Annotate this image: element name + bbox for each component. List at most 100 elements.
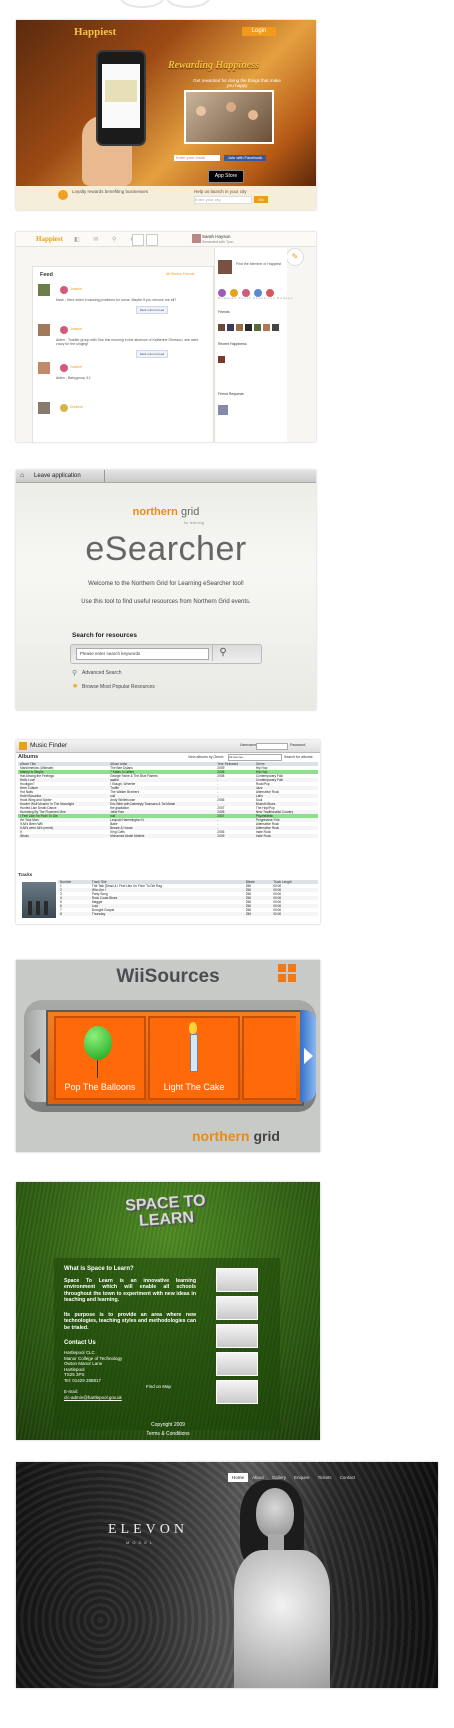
feed-item-name[interactable]: Donkins xyxy=(70,405,83,409)
login-button[interactable]: Login xyxy=(242,27,276,36)
app-store-badge[interactable]: App Store xyxy=(208,170,244,183)
phone-mockup xyxy=(96,50,146,146)
search-input[interactable]: Please enter search keywords xyxy=(76,648,209,660)
friends-avatars[interactable] xyxy=(218,318,281,336)
gallery-thumbnail[interactable] xyxy=(216,1324,258,1348)
genre-label: View albums by Genre: xyxy=(188,755,225,759)
avatar[interactable] xyxy=(192,234,201,243)
feed-item-button[interactable]: Mark current head xyxy=(136,350,168,358)
footer-left-text: Loyalty rewards benefiting businesses xyxy=(72,189,149,194)
happiest-logo[interactable]: Happiest xyxy=(36,235,63,243)
balloon-icon xyxy=(84,1026,112,1060)
elevon-screenshot: Home About Gallery Enquire Tickets Contact EL… xyxy=(16,1462,438,1688)
table-row[interactable]: Illinois Mohamed Abdel Mottels 2009 Indie R… xyxy=(18,834,318,838)
elevon-logo-subtitle: MODEL xyxy=(126,1540,156,1545)
card-partial[interactable] xyxy=(242,1016,296,1100)
email-link[interactable]: clc-admin@hartlepool.gov.uk xyxy=(64,1395,122,1400)
card-pop-the-balloons[interactable]: Pop The Balloons xyxy=(54,1016,146,1100)
album-cover xyxy=(22,882,56,918)
recent-avatars[interactable] xyxy=(218,350,227,368)
nav-contact[interactable]: Contact xyxy=(336,1473,360,1482)
feed-item: Joachel Mark - Here when it causing prob… xyxy=(38,284,208,314)
contact-heading: Contact Us xyxy=(64,1340,96,1346)
feed-item-text: Mark - Here when it causing problems for… xyxy=(56,298,177,302)
city-input[interactable]: Enter your city xyxy=(194,196,252,204)
feed-item-name[interactable]: Joachel xyxy=(70,327,82,331)
leave-application-link[interactable]: Leave application xyxy=(34,471,81,481)
stats-labels: Rewards Posts Check-ins Badges xyxy=(218,296,294,300)
feed-item: Joachel Aiden - Babygroup 3:1 xyxy=(38,362,208,392)
tracks-table: Number Track Title Bitrate Track Length 1 The… xyxy=(58,880,318,916)
next-arrow[interactable] xyxy=(300,1010,316,1102)
username-input[interactable] xyxy=(256,743,288,750)
search-albums-label: Search for albums: xyxy=(284,755,314,759)
gallery-thumbnail[interactable] xyxy=(216,1352,258,1376)
popular-resources-link[interactable]: Browse Most Popular Resources xyxy=(82,684,155,690)
password-label: Password xyxy=(290,743,306,747)
home-icon[interactable]: ⌂ xyxy=(20,471,28,480)
home-icon[interactable] xyxy=(132,234,144,246)
footer-right-text: Help us launch in your city xyxy=(194,189,247,194)
search-icon[interactable]: ⚲ xyxy=(212,645,233,661)
tagline: Rewarding Happiness xyxy=(168,60,259,71)
facebook-join-button[interactable]: Join with Facebook xyxy=(224,155,266,161)
northern-grid-logo: northern grid xyxy=(192,1128,280,1144)
feed-title: Feed xyxy=(40,272,53,278)
flame-icon xyxy=(189,1022,197,1034)
subtitle: Get rewarded for doing the things that m… xyxy=(193,78,281,88)
user-name[interactable]: Sarah Hayson xyxy=(202,234,231,239)
avatar[interactable] xyxy=(218,260,232,274)
go-button[interactable]: Go xyxy=(254,196,268,203)
sidebar-intro: Find the Member of Happiest xyxy=(236,262,282,266)
description-text: Use this tool to find useful resources f… xyxy=(81,599,251,605)
card-light-the-cake[interactable]: Light The Cake xyxy=(148,1016,240,1100)
happiest-feed-screenshot: Happiest ◧ ✉ ⚲ ⚙ Sarah Hayson Rewarded w… xyxy=(16,232,316,442)
top-nav: Home About Gallery Enquire Tickets Contact xyxy=(228,1466,359,1482)
purpose-paragraph: Its purpose is to provide an area where … xyxy=(64,1312,196,1331)
table-cell: Illinois xyxy=(18,834,109,838)
recent-happiness-title: Recent Happiness xyxy=(218,342,247,346)
feed-item-name[interactable]: Joachel xyxy=(70,287,82,291)
table-cell: Indie Rock xyxy=(253,834,318,838)
about-heading: What is Space to Learn? xyxy=(64,1266,134,1272)
avatar[interactable] xyxy=(38,284,50,296)
table-row[interactable]: 8 Thursday 256 00:00 xyxy=(58,912,318,916)
divider xyxy=(104,470,105,482)
gallery-thumbnail[interactable] xyxy=(216,1268,258,1292)
happiest-logo: Happiest xyxy=(74,26,117,38)
friends-title: Friends xyxy=(218,310,230,314)
page-title: eSearcher xyxy=(85,530,247,568)
genre-select[interactable]: All Genres xyxy=(228,754,282,761)
avatar[interactable] xyxy=(38,324,50,336)
feed-item-name[interactable]: Joachel xyxy=(70,365,82,369)
magnifier-icon: ⚲ xyxy=(72,670,78,677)
avatar[interactable] xyxy=(38,362,50,374)
card-label: Pop The Balloons xyxy=(64,1082,136,1092)
gallery-thumbnail[interactable] xyxy=(216,1296,258,1320)
find-on-map-link[interactable]: Find on Map xyxy=(146,1384,171,1389)
gallery-thumbnail[interactable] xyxy=(216,1380,258,1404)
avatar[interactable] xyxy=(38,402,50,414)
table-cell: Thursday xyxy=(89,912,244,916)
heart-icon xyxy=(60,364,68,372)
email-input[interactable]: Enter your email xyxy=(174,155,220,161)
request-avatar[interactable] xyxy=(218,402,230,420)
feed-tabs[interactable]: All Stories Friends xyxy=(166,272,194,276)
heart-icon xyxy=(60,286,68,294)
advanced-search-link[interactable]: Advanced Search xyxy=(82,670,121,676)
places-icon[interactable] xyxy=(146,234,158,246)
candle-icon xyxy=(190,1034,198,1072)
feed-item-button[interactable]: Mark current head xyxy=(136,306,168,314)
grid-icon[interactable] xyxy=(278,964,296,982)
map-thumbnail xyxy=(105,80,137,102)
terms-link[interactable]: Terms & Conditions xyxy=(16,1431,320,1437)
albums-table: Album Title Album Artist Year Released Genr… xyxy=(18,762,318,838)
happiest-landing-screenshot: Happiest Login Rewarding Happiness Get r… xyxy=(16,20,316,210)
group-photo xyxy=(184,90,274,144)
phone-line: Tel: 01429 288817 xyxy=(64,1377,102,1383)
table-cell: Mohamed Abdel Mottels xyxy=(108,834,216,838)
previous-arrow[interactable] xyxy=(24,1010,46,1102)
feed-item-text: Aiden - Babygroup 3:1 xyxy=(56,376,91,380)
space-to-learn-screenshot: SPACE TO LEARN What is Space to Learn? S… xyxy=(16,1182,320,1440)
music-icon xyxy=(19,742,27,750)
